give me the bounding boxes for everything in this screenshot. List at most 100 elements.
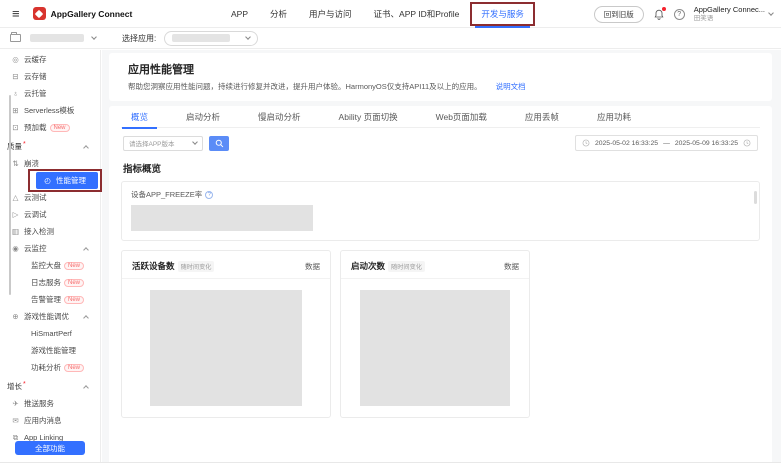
card-scrollbar[interactable] bbox=[754, 191, 757, 204]
sidebar-item-access-check[interactable]: ▥接入检测 bbox=[0, 223, 100, 240]
nav-item-app[interactable]: APP bbox=[231, 0, 248, 28]
sidebar-item-serverless-template[interactable]: ⊞Serverless模板 bbox=[0, 102, 100, 119]
sidebar-item-cloud-monitor[interactable]: ◉云监控 bbox=[0, 240, 100, 257]
chevron-down-icon bbox=[192, 139, 198, 145]
push-service-icon: ✈ bbox=[11, 399, 20, 408]
back-to-old-version-button[interactable]: 回到旧版 bbox=[594, 6, 644, 23]
sidebar-item-hismartperf[interactable]: HiSmartPerf bbox=[0, 325, 100, 342]
sidebar-item-monitor-dashboard[interactable]: 监控大盘New bbox=[0, 257, 100, 274]
tab-web-page-load[interactable]: Web页面加载 bbox=[436, 106, 487, 128]
info-icon[interactable]: ? bbox=[205, 191, 213, 199]
serverless-template-icon: ⊞ bbox=[11, 106, 20, 115]
doc-link[interactable]: 说明文档 bbox=[496, 82, 526, 91]
nav-item-analytics[interactable]: 分析 bbox=[270, 0, 287, 28]
all-features-button[interactable]: 全部功能 bbox=[15, 441, 85, 455]
tab-overview[interactable]: 概览 bbox=[131, 106, 148, 128]
redacted-project-name bbox=[30, 34, 84, 42]
app-select-label: 选择应用: bbox=[122, 33, 156, 44]
cloud-storage-icon: ⊟ bbox=[11, 72, 20, 81]
filter-row: 请选择APP版本 2025-05-02 16:33:25 — 2025-05-0… bbox=[121, 135, 760, 151]
sidebar-scrollbar[interactable] bbox=[9, 95, 11, 295]
sidebar-item-cloud-hosting[interactable]: ♁云托管 bbox=[0, 85, 100, 102]
cloud-test-icon: △ bbox=[11, 193, 20, 202]
metrics-section-title: 指标概览 bbox=[123, 161, 760, 175]
chevron-down-icon bbox=[91, 34, 97, 40]
date-end: 2025-05-09 16:33:25 bbox=[675, 140, 738, 147]
search-button[interactable] bbox=[209, 136, 229, 151]
preload-icon: ⊡ bbox=[11, 123, 20, 132]
notification-dot bbox=[662, 7, 666, 11]
nav-item-users-access[interactable]: 用户与访问 bbox=[309, 0, 352, 28]
cloud-debug-icon: ▷ bbox=[11, 210, 20, 219]
new-badge: New bbox=[64, 296, 84, 304]
chart-tag: 随时间变化 bbox=[388, 261, 425, 272]
sidebar-item-label: 云调试 bbox=[24, 209, 47, 220]
account-name: AppGallery Connec... bbox=[694, 5, 765, 15]
nav-item-certs-appid-profile[interactable]: 证书、APP ID和Profile bbox=[374, 0, 460, 28]
appgallery-connect-window: ≡ AppGallery Connect APP 分析用户与访问证书、APP ID… bbox=[0, 0, 781, 474]
date-start: 2025-05-02 16:33:25 bbox=[595, 140, 658, 147]
tab-launch-analysis[interactable]: 启动分析 bbox=[186, 106, 220, 128]
sidebar-item-growth-section[interactable]: 增长* bbox=[0, 378, 100, 395]
required-asterisk: * bbox=[23, 381, 26, 388]
app-version-select[interactable]: 请选择APP版本 bbox=[123, 136, 203, 151]
sidebar-item-game-perf-tuning[interactable]: ⊕游戏性能调优 bbox=[0, 308, 100, 325]
date-range-picker[interactable]: 2025-05-02 16:33:25 — 2025-05-09 16:33:2… bbox=[575, 135, 758, 151]
notifications-bell-icon[interactable] bbox=[653, 8, 665, 21]
collapse-caret-icon bbox=[83, 315, 89, 321]
collapse-caret-icon bbox=[83, 385, 89, 391]
chevron-down-icon bbox=[768, 10, 774, 16]
sidebar-item-cloud-debug[interactable]: ▷ 云调试 bbox=[0, 206, 100, 223]
sidebar-item-push-service[interactable]: ✈ 推送服务 bbox=[0, 395, 100, 412]
sidebar-item-cloud-cache[interactable]: ◎云缓存 bbox=[0, 51, 100, 68]
sidebar-item-quality-section[interactable]: 质量* bbox=[0, 138, 100, 155]
sidebar-item-preload[interactable]: ⊡预加载New bbox=[0, 119, 100, 136]
sidebar-item-power-analysis[interactable]: 功耗分析New bbox=[0, 359, 100, 376]
chart-card-launch-count: 启动次数随时间变化数据 bbox=[340, 250, 530, 418]
project-select[interactable] bbox=[30, 34, 96, 42]
page-title: 应用性能管理 bbox=[128, 61, 753, 77]
sidebar-item-label: 告警管理 bbox=[31, 294, 61, 305]
sidebar-item-in-app-message[interactable]: ✉应用内消息 bbox=[0, 412, 100, 429]
account-menu[interactable]: AppGallery Connec... 田笑语 bbox=[694, 5, 773, 23]
sidebar-item-label: 崩溃 bbox=[24, 158, 39, 169]
chart-data-link[interactable]: 数据 bbox=[504, 261, 519, 272]
redacted-chart-placeholder bbox=[150, 290, 302, 406]
sidebar-item-label: 增长 bbox=[7, 381, 22, 392]
sidebar-item-label: 游戏性能管理 bbox=[31, 345, 76, 356]
sidebar-item-cloud-storage[interactable]: ⊟云存储 bbox=[0, 68, 100, 85]
chart-card-active-devices: 活跃设备数随时间变化 数据 bbox=[121, 250, 331, 418]
tab-ability-page-switch[interactable]: Ability 页面切换 bbox=[339, 106, 398, 128]
date-separator: — bbox=[663, 140, 670, 147]
bottom-strip bbox=[0, 462, 781, 474]
sidebar-item-log-service[interactable]: 日志服务New bbox=[0, 274, 100, 291]
hamburger-menu-icon[interactable]: ≡ bbox=[12, 6, 20, 21]
primary-nav: APP 分析用户与访问证书、APP ID和Profile 开发与服务 bbox=[231, 0, 524, 28]
main-content: 应用性能管理 帮助您洞察应用性能问题，持续进行修复并改进，提升用户体验。Harm… bbox=[102, 50, 781, 462]
tab-power-consumption[interactable]: 应用功耗 bbox=[597, 106, 631, 128]
chart-data-link[interactable]: 数据 bbox=[305, 261, 320, 272]
sidebar-item-cloud-test[interactable]: △云测试 bbox=[0, 189, 100, 206]
app-version-placeholder: 请选择APP版本 bbox=[129, 138, 175, 148]
nav-item-develop-services[interactable]: 开发与服务 bbox=[481, 0, 524, 28]
sidebar-item-game-perf-management[interactable]: 游戏性能管理 bbox=[0, 342, 100, 359]
context-selector-bar: 选择应用: bbox=[0, 28, 781, 49]
sidebar-item-crash[interactable]: ⇅崩溃 bbox=[0, 155, 100, 172]
sidebar-item-label: 性能管理 bbox=[56, 175, 86, 186]
app-select[interactable] bbox=[164, 31, 258, 46]
chart-card-header: 启动次数随时间变化数据 bbox=[341, 251, 529, 279]
sidebar-item-performance-management[interactable]: ◴性能管理 bbox=[36, 172, 98, 189]
brand-logo[interactable]: AppGallery Connect bbox=[33, 7, 133, 20]
redacted-app-name bbox=[172, 34, 230, 42]
collapse-caret-icon bbox=[83, 247, 89, 253]
apm-card: 概览 启动分析 慢启动分析 Ability 页面切换 Web页面加载 应用丢帧 应用功耗 请… bbox=[109, 106, 772, 462]
tab-frame-drop[interactable]: 应用丢帧 bbox=[525, 106, 559, 128]
cloud-monitor-icon: ◉ bbox=[11, 244, 20, 253]
sidebar-item-alarm-management[interactable]: 告警管理New bbox=[0, 291, 100, 308]
tab-slow-launch-analysis[interactable]: 慢启动分析 bbox=[258, 106, 301, 128]
chart-tag: 随时间变化 bbox=[178, 261, 215, 272]
new-badge: New bbox=[50, 124, 70, 132]
sidebar-item-label: 推送服务 bbox=[24, 398, 54, 409]
chart-title: 活跃设备数 bbox=[132, 260, 175, 272]
help-icon[interactable]: ? bbox=[674, 9, 685, 20]
